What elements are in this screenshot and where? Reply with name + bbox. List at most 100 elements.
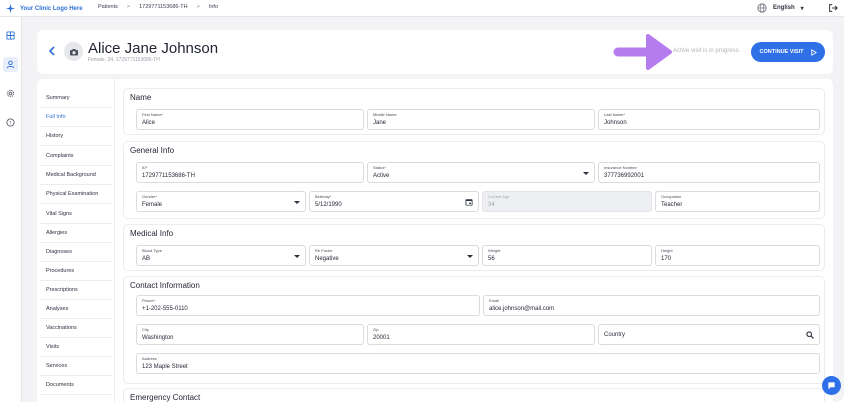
search-icon[interactable] [806, 331, 814, 339]
zip-field[interactable]: Zip 20001 [367, 324, 595, 345]
occupation-field[interactable]: Occupation Teacher [655, 191, 820, 212]
field-label: Current Age [488, 194, 510, 199]
sidebar-item-procedures[interactable]: Procedures [40, 262, 113, 281]
blood-type-select[interactable]: Blood Type AB [136, 245, 306, 266]
continue-visit-button[interactable]: CONTINUE VISIT [751, 42, 825, 62]
nav-help[interactable]: ? [3, 115, 18, 130]
field-value: 1729771153686-TH [142, 173, 195, 179]
clinic-logo[interactable]: Your Clinic Logo Here [5, 3, 83, 14]
logout-icon[interactable] [828, 3, 838, 13]
section-title: Name [130, 93, 152, 102]
height-field[interactable]: Height 170 [655, 245, 820, 266]
field-value: Negative [315, 256, 339, 262]
field-label: Height [661, 248, 673, 253]
sidebar-item-summary[interactable]: Summary [40, 89, 113, 108]
breadcrumb-patient-id[interactable]: 1729771153686-TH [139, 4, 188, 10]
sidebar-item-analyses[interactable]: Analyses [40, 300, 113, 319]
language-selector[interactable]: English ▾ [757, 3, 804, 13]
field-label: First Name* [142, 112, 164, 117]
sidebar-item-documents[interactable]: Documents [40, 376, 113, 395]
top-bar: Your Clinic Logo Here Patients > 1729771… [0, 0, 844, 17]
dropdown-caret-icon [294, 255, 300, 258]
section-general-info: General Info ID* 1729771153686-TH Status… [123, 141, 825, 219]
middle-name-field[interactable]: Middle Name Jane [367, 109, 595, 130]
nav-patients[interactable] [3, 57, 18, 72]
field-label: Insurance Number [604, 165, 637, 170]
field-value: 56 [488, 256, 495, 262]
field-value: Washington [142, 335, 174, 341]
current-age-field: Current Age 34 [482, 191, 652, 212]
sidebar-item-history[interactable]: History [40, 127, 113, 146]
section-emergency-contact: Emergency Contact [123, 388, 825, 402]
field-value: Female [142, 202, 163, 208]
field-label: Birthday* [315, 194, 332, 199]
status-select[interactable]: Status* Active [367, 162, 595, 183]
email-field[interactable]: Email alice.johnson@mail.com [483, 295, 820, 316]
address-field[interactable]: Address 123 Maple Street [136, 353, 820, 374]
field-value: 5/12/1990 [315, 202, 342, 208]
phone-field[interactable]: Phone* +1-202-555-0110 [136, 295, 480, 316]
sidebar-item-visits[interactable]: Visits [40, 338, 113, 357]
patients-icon [6, 60, 15, 69]
chevron-down-icon: ▾ [800, 5, 804, 12]
chat-button[interactable] [822, 376, 841, 395]
continue-visit-label: CONTINUE VISIT [759, 49, 804, 55]
camera-icon [69, 48, 78, 55]
field-label: City [142, 327, 149, 332]
sidebar-item-vaccinations[interactable]: Vaccinations [40, 319, 113, 338]
sidebar-item-prescriptions[interactable]: Prescriptions [40, 281, 113, 300]
breadcrumb-patients[interactable]: Patients [98, 4, 118, 10]
sidebar-item-vital-signs[interactable]: Vital Signs [40, 205, 113, 224]
field-label: Zip [373, 327, 379, 332]
settings-icon [6, 89, 15, 98]
nav-rail: ? [0, 17, 22, 402]
patient-header: Alice Jane Johnson Female, 34, 172977115… [37, 30, 833, 74]
field-value: Active [373, 173, 390, 179]
sidebar-item-complaints[interactable]: Complaints [40, 147, 113, 166]
breadcrumb-info: Info [208, 4, 219, 10]
field-label: Address [142, 356, 157, 361]
field-value: Teacher [661, 202, 683, 208]
rh-factor-select[interactable]: Rh Factor Negative [309, 245, 479, 266]
insurance-number-field[interactable]: Insurance Number 377736992001 [598, 162, 820, 183]
dropdown-caret-icon [583, 172, 589, 175]
gender-select[interactable]: Gender* Female [136, 191, 306, 212]
sidebar-item-medical-background[interactable]: Medical Background [40, 166, 113, 185]
country-search-field[interactable]: Country [598, 324, 820, 345]
field-label: Last Name* [604, 112, 625, 117]
field-label: Email [489, 298, 500, 303]
patient-side-menu: Summary Full Info History Complaints Med… [37, 79, 115, 402]
sidebar-item-allergies[interactable]: Allergies [40, 224, 113, 243]
back-chevron-icon[interactable] [46, 45, 58, 57]
section-name: Name First Name* Alice Middle Name Jane … [123, 88, 825, 135]
chat-icon [828, 382, 835, 390]
field-label: Weight [488, 248, 501, 253]
city-field[interactable]: City Washington [136, 324, 364, 345]
field-value: AB [142, 256, 151, 262]
annotation-arrow-icon [613, 34, 672, 70]
breadcrumb-separator: > [126, 4, 131, 10]
field-value: 20001 [373, 335, 390, 341]
avatar[interactable] [64, 42, 83, 61]
field-label: Blood Type [142, 248, 162, 253]
section-title: General Info [130, 146, 175, 155]
nav-dashboard[interactable] [3, 28, 18, 43]
app-window: Your Clinic Logo Here Patients > 1729771… [0, 0, 844, 402]
sidebar-item-services[interactable]: Services [40, 357, 113, 376]
birthday-field[interactable]: Birthday* 5/12/1990 [309, 191, 479, 212]
weight-field[interactable]: Weight 56 [482, 245, 652, 266]
sidebar-item-physical-examination[interactable]: Physical Examination [40, 185, 113, 204]
sidebar-item-diagnoses[interactable]: Diagnoses [40, 243, 113, 262]
field-label: Occupation [661, 194, 682, 199]
field-value: 170 [661, 256, 672, 262]
field-label: Rh Factor [315, 248, 333, 253]
last-name-field[interactable]: Last Name* Johnson [598, 109, 820, 130]
section-contact-info: Contact Information Phone* +1-202-555-01… [123, 276, 825, 384]
sidebar-item-full-info[interactable]: Full Info [40, 108, 113, 127]
field-value: 34 [488, 202, 495, 208]
calendar-icon[interactable] [465, 198, 473, 206]
nav-settings[interactable] [3, 86, 18, 101]
patient-id-field[interactable]: ID* 1729771153686-TH [136, 162, 364, 183]
dashboard-icon [6, 31, 15, 40]
first-name-field[interactable]: First Name* Alice [136, 109, 364, 130]
